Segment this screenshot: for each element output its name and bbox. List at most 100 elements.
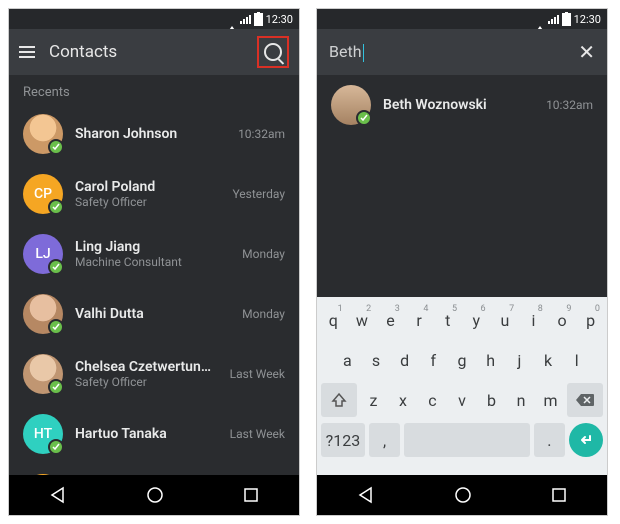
key-z[interactable]: z [361,383,387,417]
key-d[interactable]: d [392,343,417,377]
contact-subtitle: Safety Officer [75,195,220,209]
key-n[interactable]: n [508,383,534,417]
signal-icon [548,15,559,24]
key-q[interactable]: q1 [321,303,346,337]
key-a[interactable]: a [335,343,360,377]
contact-name: Sharon Johnson [75,126,226,142]
search-icon [264,43,282,61]
avatar [23,354,63,394]
contact-info: Beth Woznowski [383,97,534,113]
contact-name: Ling Jiang [75,239,230,255]
network-icon [535,13,545,26]
contact-name: Valhi Dutta [75,306,230,322]
presence-icon [48,259,64,275]
contact-list: Sharon Johnson10:32amCPCarol PolandSafet… [9,104,299,475]
key-p[interactable]: p0 [578,303,603,337]
key-m[interactable]: m [538,383,564,417]
space-key[interactable] [404,423,529,457]
key-,[interactable]: , [369,423,400,457]
recent-apps-icon[interactable] [243,487,259,503]
back-icon[interactable] [357,486,375,504]
section-label: Recents [9,75,299,104]
presence-icon [48,319,64,335]
status-bar: 12:30 [317,9,607,29]
presence-icon [48,379,64,395]
key-.[interactable]: . [534,423,565,457]
contact-row[interactable]: Sharon Johnson 10:32am [9,104,299,164]
contact-info: Valhi Dutta [75,306,230,322]
contact-row[interactable]: Chelsea CzetwertunskiSafety OfficerLast … [9,344,299,404]
contact-row[interactable]: Valhi DuttaMonday [9,284,299,344]
contact-name: Carol Poland [75,179,220,195]
key-f[interactable]: f [421,343,446,377]
timestamp: 10:32am [238,127,285,141]
presence-icon [48,199,64,215]
key-c[interactable]: c [420,383,446,417]
key-j[interactable]: j [507,343,532,377]
timestamp: Last Week [230,367,285,381]
status-bar: 12:30 [9,9,299,29]
key-o[interactable]: o9 [550,303,575,337]
close-icon[interactable]: ✕ [578,40,595,64]
page-title: Contacts [49,42,243,62]
home-icon[interactable] [454,486,472,504]
contact-name: Beth Woznowski [383,97,534,113]
enter-key[interactable] [569,423,603,457]
backspace-key[interactable] [567,383,603,417]
key-k[interactable]: k [536,343,561,377]
presence-icon [356,110,372,126]
search-result-row[interactable]: Beth Woznowski 10:32am [317,75,607,135]
contact-subtitle: Machine Consultant [75,255,230,269]
avatar [23,114,63,154]
contact-row[interactable]: LJ Ling JiangMachine Consultant Monday [9,224,299,284]
contact-row[interactable]: CPCarol PolandSafety OfficerYesterday [9,164,299,224]
android-nav-bar [9,475,299,515]
key-h[interactable]: h [478,343,503,377]
avatar [331,85,371,125]
soft-keyboard: q1w2e3r4t5y6u7i8o9p0 asdfghjkl zxcvbnm ?123… [317,297,607,475]
key-t[interactable]: t5 [435,303,460,337]
clock: 12:30 [574,13,601,26]
battery-icon [562,13,571,26]
avatar: LJ [23,234,63,274]
contact-name: Hartuo Tanaka [75,426,218,442]
contact-info: Sharon Johnson [75,126,226,142]
presence-icon [48,139,64,155]
recent-apps-icon[interactable] [551,487,567,503]
key-x[interactable]: x [390,383,416,417]
key-e[interactable]: e3 [378,303,403,337]
search-button[interactable] [257,36,289,68]
key-l[interactable]: l [564,343,589,377]
key-i[interactable]: i8 [521,303,546,337]
contact-row[interactable]: HTHartuo TanakaLast Week [9,404,299,464]
key-y[interactable]: y6 [464,303,489,337]
home-icon[interactable] [146,486,164,504]
back-icon[interactable] [49,486,67,504]
search-screen: 12:30 Beth ✕ Beth Woznowski 10:32am q1w2… [316,8,608,516]
key-?123[interactable]: ?123 [321,423,365,457]
key-g[interactable]: g [450,343,475,377]
avatar: HT [23,414,63,454]
key-r[interactable]: r4 [407,303,432,337]
timestamp: Yesterday [232,187,285,201]
search-input[interactable]: Beth [329,42,568,62]
app-bar: Contacts [9,29,299,75]
shift-key[interactable] [321,383,357,417]
text-cursor [363,44,365,62]
timestamp: 10:32am [546,98,593,112]
contact-info: Carol PolandSafety Officer [75,179,220,209]
key-v[interactable]: v [449,383,475,417]
menu-icon[interactable] [19,46,35,58]
key-w[interactable]: w2 [350,303,375,337]
battery-icon [254,13,263,26]
contact-subtitle: Safety Officer [75,375,218,389]
key-u[interactable]: u7 [493,303,518,337]
signal-icon [240,15,251,24]
avatar [23,294,63,334]
key-s[interactable]: s [364,343,389,377]
contact-info: Hartuo Tanaka [75,426,218,442]
key-b[interactable]: b [479,383,505,417]
timestamp: Monday [242,247,285,261]
contact-row[interactable]: Jalene Ng2 Weeks Ago [9,464,299,475]
clock: 12:30 [266,13,293,26]
